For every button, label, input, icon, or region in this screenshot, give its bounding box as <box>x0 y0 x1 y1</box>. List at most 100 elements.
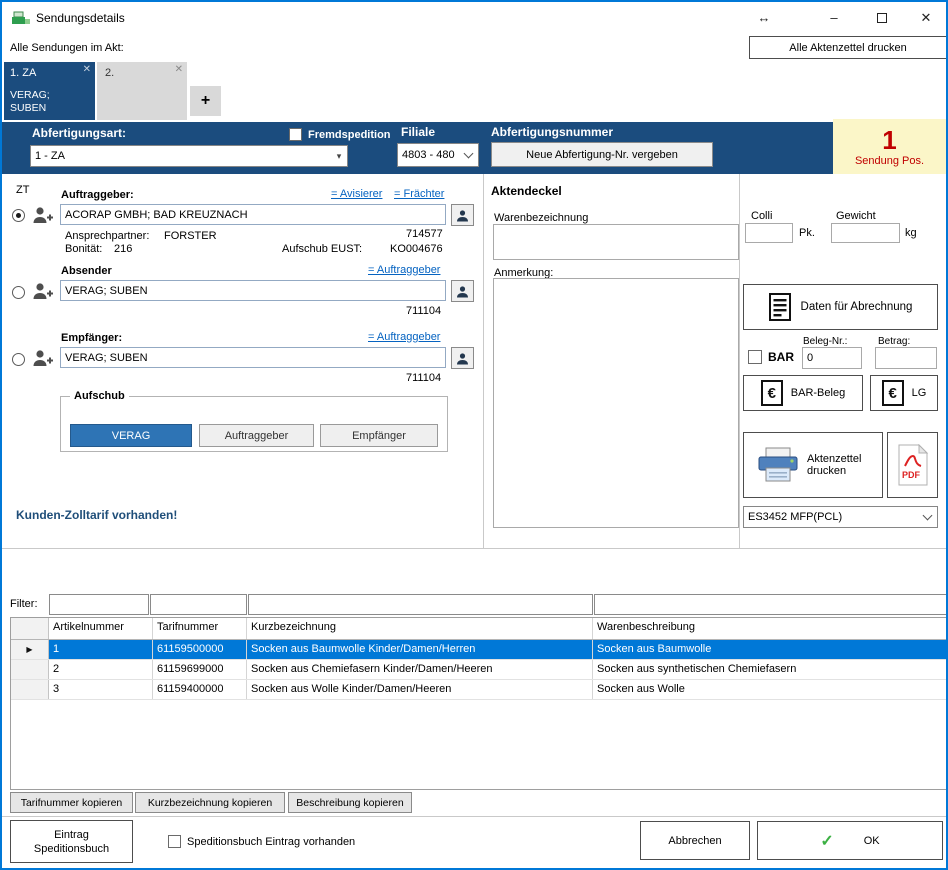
pdf-icon: PDF <box>897 444 929 486</box>
row-selector-header <box>11 618 49 639</box>
column-header-warenbeschreibung[interactable]: Warenbeschreibung <box>593 618 946 639</box>
invoice-icon <box>769 293 791 321</box>
abfertigungsart-value: 1 - ZA <box>31 150 331 162</box>
betrag-input[interactable] <box>875 347 937 369</box>
beleg-nr-input[interactable] <box>802 347 862 369</box>
empfaenger-contact-button[interactable] <box>451 347 474 369</box>
eintrag-speditionsbuch-button[interactable]: Eintrag Speditionsbuch <box>10 820 133 863</box>
tab-shipment-1[interactable]: 1. ZA ✕ VERAG; SUBEN <box>4 62 95 120</box>
filter-input-artikelnummer[interactable] <box>49 594 149 615</box>
fraechter-link[interactable]: = Frächter <box>394 188 444 200</box>
abfertigungsart-select[interactable]: 1 - ZA ▾ <box>30 145 348 167</box>
filter-input-warenbeschreibung[interactable] <box>594 594 947 615</box>
colli-label: Colli <box>751 210 772 222</box>
absender-input[interactable] <box>60 280 446 301</box>
empfaenger-label: Empfänger: <box>61 332 122 344</box>
articles-table: Artikelnummer Tarifnummer Kurzbezeichnun… <box>10 617 947 790</box>
warenbezeichnung-input[interactable] <box>493 224 739 260</box>
bar-beleg-button[interactable]: € BAR-Beleg <box>743 375 863 411</box>
column-header-tarifnummer[interactable]: Tarifnummer <box>153 618 247 639</box>
empfaenger-input[interactable] <box>60 347 446 368</box>
filiale-label: Filiale <box>401 125 435 139</box>
fremdspedition-checkbox[interactable] <box>289 128 302 141</box>
table-row[interactable]: 3 61159400000 Socken aus Wolle Kinder/Da… <box>11 680 946 700</box>
filiale-select[interactable]: 4803 - 480 <box>397 143 479 167</box>
chevron-down-icon: ▾ <box>331 151 347 162</box>
auftraggeber-radio[interactable] <box>12 209 25 222</box>
empfaenger-radio[interactable] <box>12 353 25 366</box>
printer-value: ES3452 MFP(PCL) <box>744 511 924 523</box>
person-icon <box>456 209 469 222</box>
tab-close-icon[interactable]: ✕ <box>175 64 183 75</box>
aufschub-eust-label: Aufschub EUST: <box>282 243 362 255</box>
cell-kurzbezeichnung: Socken aus Baumwolle Kinder/Damen/Herren <box>247 640 593 659</box>
tab-close-icon[interactable]: ✕ <box>83 64 91 75</box>
pk-label: Pk. <box>799 227 815 239</box>
contact-add-icon[interactable] <box>31 204 54 227</box>
avisierer-link[interactable]: = Avisierer <box>331 188 382 200</box>
aufschub-verag-button[interactable]: VERAG <box>70 424 192 447</box>
abbrechen-button[interactable]: Abbrechen <box>640 821 750 860</box>
anmerkung-textarea[interactable] <box>493 278 739 528</box>
speditionsbuch-button-line2: Speditionsbuch <box>34 842 109 856</box>
aufschub-auftraggeber-button[interactable]: Auftraggeber <box>199 424 314 447</box>
absender-auftraggeber-link[interactable]: = Auftraggeber <box>368 264 440 276</box>
tab-shipment-2[interactable]: 2. ✕ <box>97 62 187 120</box>
printer-select[interactable]: ES3452 MFP(PCL) <box>743 506 938 528</box>
aktenzettel-drucken-button[interactable]: Aktenzettel drucken <box>743 432 883 498</box>
column-header-kurzbezeichnung[interactable]: Kurzbezeichnung <box>247 618 593 639</box>
close-button[interactable]: ✕ <box>906 2 946 33</box>
table-header-row: Artikelnummer Tarifnummer Kurzbezeichnun… <box>11 618 946 640</box>
colli-input[interactable] <box>745 223 793 243</box>
aufschub-empfaenger-button[interactable]: Empfänger <box>320 424 438 447</box>
speditionsbuch-checkbox[interactable] <box>168 835 181 848</box>
printer-icon <box>757 447 799 483</box>
absender-label: Absender <box>61 265 112 277</box>
add-shipment-tab-button[interactable]: + <box>190 86 221 116</box>
column-header-artikelnummer[interactable]: Artikelnummer <box>49 618 153 639</box>
abrechnung-button[interactable]: Daten für Abrechnung <box>743 284 938 330</box>
bar-label: BAR <box>768 350 794 364</box>
resize-arrow-icon[interactable]: ↔ <box>747 2 781 33</box>
absender-radio[interactable] <box>12 286 25 299</box>
auftraggeber-contact-button[interactable] <box>451 204 474 226</box>
cell-warenbeschreibung: Socken aus synthetischen Chemiefasern <box>593 660 946 679</box>
empfaenger-auftraggeber-link[interactable]: = Auftraggeber <box>368 331 440 343</box>
bar-checkbox[interactable] <box>748 350 762 364</box>
table-row[interactable]: ▶ 1 61159500000 Socken aus Baumwolle Kin… <box>11 640 946 660</box>
warenbezeichnung-label: Warenbezeichnung <box>494 212 588 224</box>
maximize-button[interactable] <box>858 2 906 33</box>
cell-kurzbezeichnung: Socken aus Chemiefasern Kinder/Damen/Hee… <box>247 660 593 679</box>
cell-tarifnummer: 61159400000 <box>153 680 247 699</box>
divider <box>2 548 946 549</box>
cell-warenbeschreibung: Socken aus Wolle <box>593 680 946 699</box>
filter-input-kurzbezeichnung[interactable] <box>248 594 593 615</box>
copy-kurzbezeichnung-button[interactable]: Kurzbezeichnung kopieren <box>135 792 285 813</box>
absender-contact-button[interactable] <box>451 280 474 302</box>
ansprechpartner-value: FORSTER <box>164 230 217 242</box>
minimize-button[interactable]: – <box>810 2 858 33</box>
check-icon: ✓ <box>820 831 833 851</box>
filiale-value: 4803 - 480 <box>398 149 465 161</box>
empfaenger-number: 711104 <box>406 372 441 384</box>
copy-beschreibung-button[interactable]: Beschreibung kopieren <box>288 792 412 813</box>
filter-label: Filter: <box>10 598 38 610</box>
neue-abfertigungsnr-button[interactable]: Neue Abfertigung-Nr. vergeben <box>491 142 713 167</box>
lg-button[interactable]: € LG <box>870 375 938 411</box>
print-all-aktenzettel-button[interactable]: Alle Aktenzettel drucken <box>749 36 947 59</box>
aufschub-eust-value: KO004676 <box>390 243 443 255</box>
abfertigungsnummer-label: Abfertigungsnummer <box>491 125 613 139</box>
contact-add-icon[interactable] <box>31 347 54 370</box>
abfertigungsart-label: Abfertigungsart: <box>32 126 126 140</box>
copy-tarifnummer-button[interactable]: Tarifnummer kopieren <box>10 792 133 813</box>
tab-title: 2. <box>105 67 114 79</box>
gewicht-input[interactable] <box>831 223 900 243</box>
person-icon <box>456 352 469 365</box>
ok-button[interactable]: ✓ OK <box>757 821 943 860</box>
table-row[interactable]: 2 61159699000 Socken aus Chemiefasern Ki… <box>11 660 946 680</box>
filter-input-tarifnummer[interactable] <box>150 594 247 615</box>
person-icon <box>456 285 469 298</box>
pdf-button[interactable]: PDF <box>887 432 938 498</box>
auftraggeber-input[interactable] <box>60 204 446 225</box>
contact-add-icon[interactable] <box>31 280 54 303</box>
